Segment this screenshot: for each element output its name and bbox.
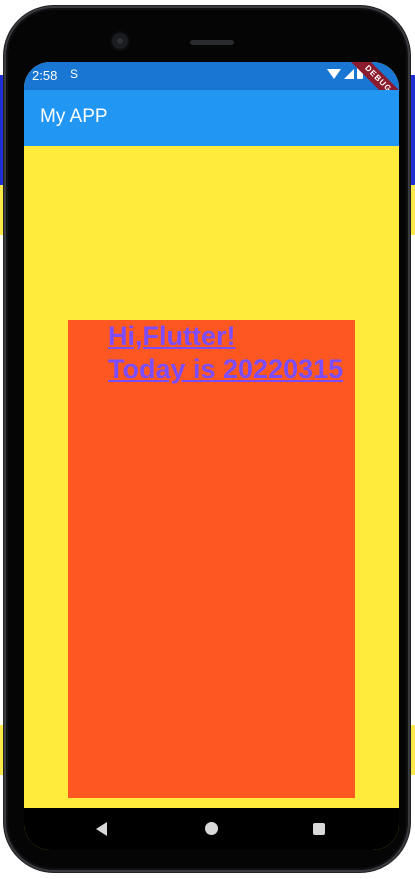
- greeting-line-2: Today is 20220315: [108, 354, 344, 384]
- greeting-text: Hi,Flutter! Today is 20220315: [108, 320, 343, 386]
- greeting-line-1: Hi,Flutter!: [108, 321, 236, 351]
- phone-screen: 2:58 S DEBUG My APP Hi,Flutter! Today is…: [24, 62, 399, 850]
- recents-icon[interactable]: [313, 823, 325, 835]
- phone-frame: 2:58 S DEBUG My APP Hi,Flutter! Today is…: [4, 6, 410, 872]
- status-time: 2:58: [32, 68, 58, 83]
- navigation-bar: [24, 808, 399, 850]
- signal-icon: [344, 68, 354, 79]
- front-camera-icon: [112, 33, 128, 49]
- app-bar: My APP: [24, 90, 399, 146]
- body-area: Hi,Flutter! Today is 20220315: [24, 146, 399, 808]
- status-icons: [327, 68, 363, 79]
- status-bar: 2:58 S DEBUG: [24, 62, 399, 116]
- earpiece-speaker: [190, 40, 234, 45]
- back-icon[interactable]: [96, 822, 107, 836]
- wifi-icon: [327, 68, 341, 79]
- content-box: Hi,Flutter! Today is 20220315: [68, 320, 355, 798]
- sim-icon: S: [70, 67, 79, 81]
- home-icon[interactable]: [205, 822, 218, 835]
- app-title: My APP: [40, 106, 108, 127]
